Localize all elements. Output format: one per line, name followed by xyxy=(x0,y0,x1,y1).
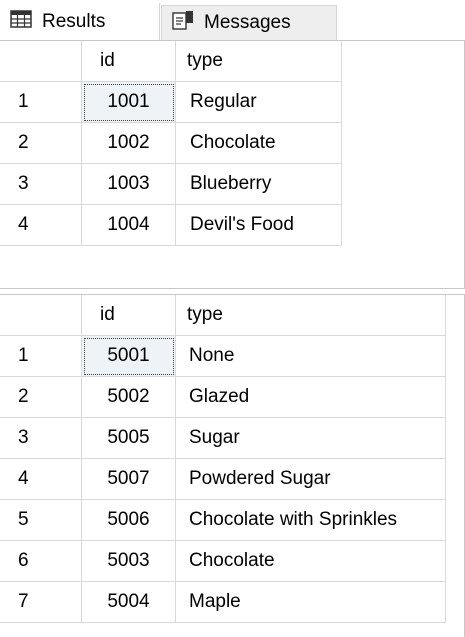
table-row: 1 1001 Regular xyxy=(0,82,342,123)
table-cell-id[interactable]: 5001 xyxy=(82,336,176,377)
column-header-type[interactable]: type xyxy=(176,41,342,82)
row-number[interactable]: 1 xyxy=(0,336,82,377)
table-row: 5 5006 Chocolate with Sprinkles xyxy=(0,500,446,541)
tab-results-label: Results xyxy=(42,10,106,32)
table-cell-type[interactable]: Sugar xyxy=(176,418,446,459)
row-number[interactable]: 3 xyxy=(0,418,82,459)
row-number[interactable]: 5 xyxy=(0,500,82,541)
row-number[interactable]: 3 xyxy=(0,164,82,205)
grid-icon xyxy=(10,9,32,34)
table-row: 4 1004 Devil's Food xyxy=(0,205,342,246)
column-header-type[interactable]: type xyxy=(176,295,446,336)
results-grid-2: id type 1 5001 None 2 5002 Glazed 3 5005… xyxy=(0,294,465,637)
table-row: 2 1002 Chocolate xyxy=(0,123,342,164)
table-cell-type[interactable]: Blueberry xyxy=(176,164,342,205)
table-row: 4 5007 Powdered Sugar xyxy=(0,459,446,500)
table-cell-type[interactable]: Chocolate with Sprinkles xyxy=(176,500,446,541)
table-row: 7 5004 Maple xyxy=(0,582,446,623)
row-number[interactable]: 7 xyxy=(0,582,82,623)
column-header-id[interactable]: id xyxy=(82,41,176,82)
row-number[interactable]: 4 xyxy=(0,205,82,246)
table-cell-type[interactable]: Chocolate xyxy=(176,541,446,582)
table-cell-id[interactable]: 5004 xyxy=(82,582,176,623)
table-cell-type[interactable]: Glazed xyxy=(176,377,446,418)
row-number-header[interactable] xyxy=(0,41,82,82)
row-number[interactable]: 1 xyxy=(0,82,82,123)
tab-results[interactable]: Results xyxy=(0,3,160,40)
results-grid-1: id type 1 1001 Regular 2 1002 Chocolate … xyxy=(0,40,465,289)
row-number[interactable]: 2 xyxy=(0,123,82,164)
tab-messages-label: Messages xyxy=(204,12,291,33)
table-cell-type[interactable]: Maple xyxy=(176,582,446,623)
tab-messages[interactable]: Messages xyxy=(161,5,337,40)
table-row: 3 1003 Blueberry xyxy=(0,164,342,205)
row-number-header[interactable] xyxy=(0,295,82,336)
table-cell-id[interactable]: 1001 xyxy=(82,82,176,123)
header-row: id type xyxy=(0,295,446,336)
table-cell-id[interactable]: 5006 xyxy=(82,500,176,541)
column-header-id[interactable]: id xyxy=(82,295,176,336)
table-cell-type[interactable]: Chocolate xyxy=(176,123,342,164)
table-cell-id[interactable]: 1004 xyxy=(82,205,176,246)
table-cell-type[interactable]: Powdered Sugar xyxy=(176,459,446,500)
table-row: 3 5005 Sugar xyxy=(0,418,446,459)
table-cell-id[interactable]: 5003 xyxy=(82,541,176,582)
row-number[interactable]: 6 xyxy=(0,541,82,582)
header-row: id type xyxy=(0,41,342,82)
table-row: 2 5002 Glazed xyxy=(0,377,446,418)
table-cell-type[interactable]: Devil's Food xyxy=(176,205,342,246)
table-cell-id[interactable]: 1002 xyxy=(82,123,176,164)
results-tabstrip: Results Messages xyxy=(0,0,465,40)
table-cell-id[interactable]: 5002 xyxy=(82,377,176,418)
table-cell-type[interactable]: None xyxy=(176,336,446,377)
table-cell-type[interactable]: Regular xyxy=(176,82,342,123)
table-row: 6 5003 Chocolate xyxy=(0,541,446,582)
row-number[interactable]: 2 xyxy=(0,377,82,418)
table-cell-id[interactable]: 5005 xyxy=(82,418,176,459)
table-cell-id[interactable]: 5007 xyxy=(82,459,176,500)
messages-icon xyxy=(172,10,194,36)
table-cell-id[interactable]: 1003 xyxy=(82,164,176,205)
row-number[interactable]: 4 xyxy=(0,459,82,500)
table-row: 1 5001 None xyxy=(0,336,446,377)
